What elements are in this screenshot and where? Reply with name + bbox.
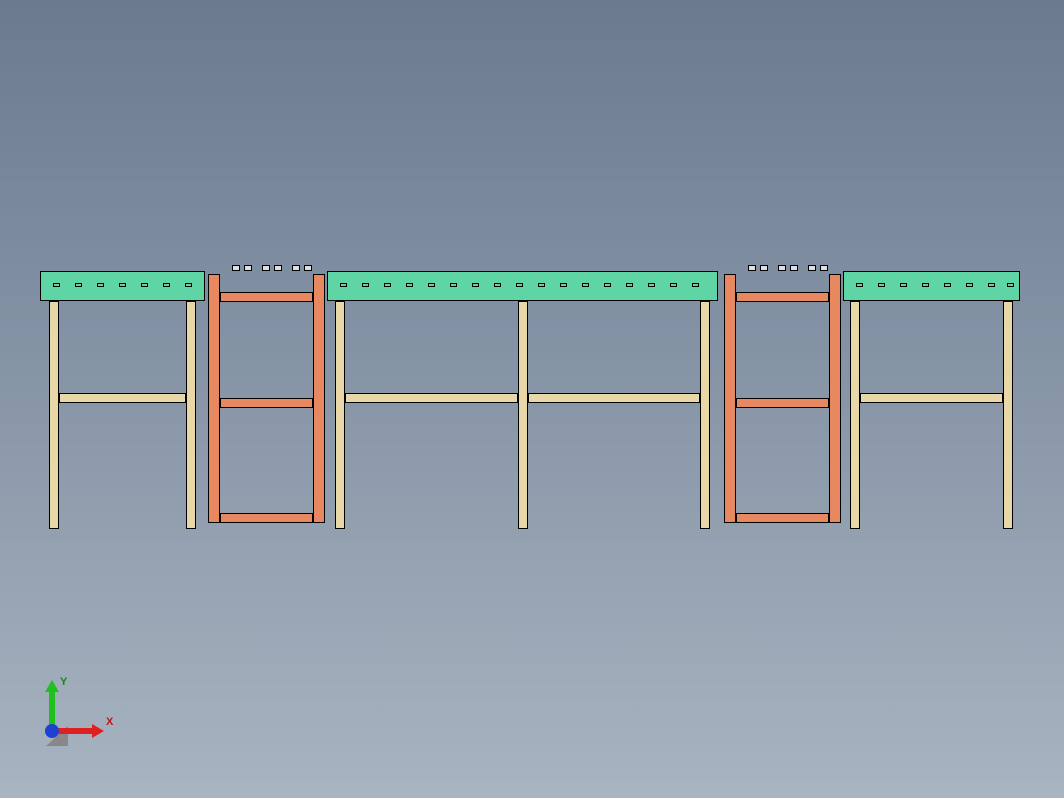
beam-hole	[1007, 283, 1014, 287]
support-leg	[186, 301, 196, 529]
beam-hole	[406, 283, 413, 287]
beam-hole	[944, 283, 951, 287]
beam-connector	[304, 265, 312, 271]
support-leg	[700, 301, 710, 529]
crossbar	[59, 393, 186, 403]
beam-connector	[778, 265, 786, 271]
beam-connector	[760, 265, 768, 271]
support-leg	[1003, 301, 1013, 529]
beam-hole	[472, 283, 479, 287]
cad-viewport[interactable]: X Y	[0, 0, 1064, 798]
beam-hole	[185, 283, 192, 287]
beam-hole	[340, 283, 347, 287]
frame-horizontal	[736, 398, 829, 408]
beam-hole	[494, 283, 501, 287]
crossbar	[528, 393, 700, 403]
axis-x-label: X	[106, 716, 113, 728]
crossbar	[860, 393, 1003, 403]
beam-hole	[856, 283, 863, 287]
axis-x	[58, 728, 94, 734]
beam-hole	[670, 283, 677, 287]
beam-connector	[790, 265, 798, 271]
axis-y-label: Y	[60, 676, 67, 688]
beam-hole	[648, 283, 655, 287]
frame-vertical	[724, 274, 736, 523]
beam-connector	[808, 265, 816, 271]
beam-connector	[232, 265, 240, 271]
beam-connector	[820, 265, 828, 271]
beam-hole	[97, 283, 104, 287]
beam-hole	[900, 283, 907, 287]
frame-vertical	[829, 274, 841, 523]
beam-hole	[582, 283, 589, 287]
frame-horizontal	[220, 292, 313, 302]
beam-hole	[966, 283, 973, 287]
beam-hole	[922, 283, 929, 287]
beam-hole	[626, 283, 633, 287]
support-leg	[49, 301, 59, 529]
beam-hole	[362, 283, 369, 287]
beam-hole	[119, 283, 126, 287]
frame-horizontal	[220, 513, 313, 523]
axis-x-arrow	[92, 724, 104, 738]
beam-hole	[516, 283, 523, 287]
beam-hole	[75, 283, 82, 287]
beam-hole	[163, 283, 170, 287]
frame-horizontal	[736, 513, 829, 523]
axis-y-arrow	[45, 680, 59, 692]
frame-vertical	[313, 274, 325, 523]
beam-hole	[988, 283, 995, 287]
beam-connector	[244, 265, 252, 271]
beam-connector	[262, 265, 270, 271]
beam-hole	[450, 283, 457, 287]
beam-hole	[53, 283, 60, 287]
support-leg	[518, 301, 528, 529]
beam-connector	[292, 265, 300, 271]
beam-hole	[560, 283, 567, 287]
support-leg	[850, 301, 860, 529]
beam-hole	[141, 283, 148, 287]
beam-hole	[604, 283, 611, 287]
frame-horizontal	[220, 398, 313, 408]
beam-hole	[538, 283, 545, 287]
beam-hole	[692, 283, 699, 287]
crossbar	[345, 393, 518, 403]
beam-hole	[878, 283, 885, 287]
axis-indicator: X Y	[28, 676, 108, 746]
beam-connector	[748, 265, 756, 271]
frame-horizontal	[736, 292, 829, 302]
axis-origin	[45, 724, 59, 738]
frame-vertical	[208, 274, 220, 523]
beam-hole	[428, 283, 435, 287]
beam-hole	[384, 283, 391, 287]
support-leg	[335, 301, 345, 529]
model-container	[0, 0, 1064, 798]
beam-connector	[274, 265, 282, 271]
axis-y	[49, 690, 55, 726]
